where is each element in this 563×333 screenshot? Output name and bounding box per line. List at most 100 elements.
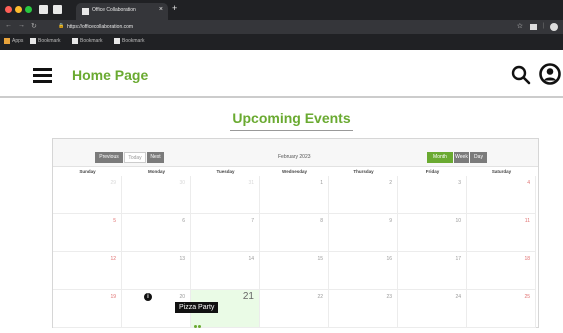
- info-icon[interactable]: i: [144, 293, 152, 301]
- menu-icon[interactable]: [33, 68, 52, 83]
- day-cell[interactable]: 3: [398, 176, 467, 214]
- day-cell[interactable]: 15: [260, 252, 329, 290]
- day-cell[interactable]: 23: [329, 290, 398, 328]
- url-field[interactable]: https://officecollaboration.com: [67, 24, 133, 30]
- day-number: 20: [179, 294, 185, 300]
- day-number: 8: [320, 218, 323, 224]
- day-cell[interactable]: 18: [467, 252, 536, 290]
- event-marker[interactable]: [194, 315, 202, 328]
- reload-icon[interactable]: ↻: [31, 22, 37, 30]
- bookmarks-bar: Apps Bookmark Bookmark Bookmark: [0, 34, 563, 50]
- apps-grid-icon: [4, 38, 10, 44]
- day-cell[interactable]: 5: [53, 214, 122, 252]
- day-number: 4: [527, 180, 530, 186]
- pinned-tab-icon[interactable]: [39, 5, 48, 14]
- today-button[interactable]: Today: [124, 152, 146, 163]
- tab-close-icon[interactable]: ×: [159, 6, 163, 13]
- tab-favicon-icon: [82, 8, 89, 15]
- day-number: 18: [524, 256, 530, 262]
- page-title[interactable]: Home Page: [72, 67, 148, 83]
- day-cell[interactable]: 7: [191, 214, 260, 252]
- tab-title: Office Collaboration: [92, 7, 136, 13]
- event-tooltip: Pizza Party: [175, 302, 219, 313]
- tab-bar: Office Collaboration × +: [0, 0, 563, 20]
- weekday-label: Sunday: [79, 169, 96, 174]
- extension-icon[interactable]: [530, 24, 537, 30]
- day-number: 1: [320, 180, 323, 186]
- bookmark-icon: [114, 38, 120, 44]
- calendar: Previous Today Next February 2023 Month …: [52, 138, 539, 328]
- day-cell[interactable]: 8: [260, 214, 329, 252]
- day-number: 23: [386, 294, 392, 300]
- search-icon[interactable]: [511, 65, 531, 85]
- day-cell[interactable]: 16: [329, 252, 398, 290]
- day-cell[interactable]: 19: [53, 290, 122, 328]
- month-view-button[interactable]: Month: [427, 152, 453, 163]
- browser-chrome: Office Collaboration × + ← → ↻ 🔒 https:/…: [0, 0, 563, 50]
- bookmark-item[interactable]: Bookmark: [114, 38, 145, 44]
- day-number: 5: [113, 218, 116, 224]
- day-number: 14: [248, 256, 254, 262]
- day-cell[interactable]: 6: [122, 214, 191, 252]
- maximize-window-button[interactable]: [25, 6, 32, 13]
- pinned-tab-icon[interactable]: [53, 5, 62, 14]
- day-number: 11: [524, 218, 530, 224]
- bookmark-item[interactable]: Bookmark: [30, 38, 61, 44]
- active-tab[interactable]: Office Collaboration ×: [76, 3, 168, 20]
- day-cell[interactable]: 29: [53, 176, 122, 214]
- day-cell[interactable]: 2: [329, 176, 398, 214]
- day-number: 24: [455, 294, 461, 300]
- forward-icon[interactable]: →: [18, 22, 25, 29]
- next-button[interactable]: Next: [147, 152, 164, 163]
- lock-icon: 🔒: [58, 23, 65, 29]
- new-tab-button[interactable]: +: [172, 3, 177, 13]
- day-cell[interactable]: 12: [53, 252, 122, 290]
- profile-icon[interactable]: [550, 23, 558, 31]
- back-icon[interactable]: ←: [5, 22, 12, 29]
- day-number: 2: [389, 180, 392, 186]
- day-number: 22: [317, 294, 323, 300]
- weekday-label: Friday: [425, 169, 440, 174]
- day-cell[interactable]: 22: [260, 290, 329, 328]
- day-number: 13: [179, 256, 185, 262]
- site-header: Home Page: [0, 50, 563, 98]
- bookmark-apps[interactable]: Apps: [4, 38, 23, 44]
- day-cell[interactable]: 11: [467, 214, 536, 252]
- close-window-button[interactable]: [5, 6, 12, 13]
- minimize-window-button[interactable]: [15, 6, 22, 13]
- day-number: 29: [110, 180, 116, 186]
- month-label: February 2023: [278, 154, 311, 160]
- day-cell[interactable]: 31: [191, 176, 260, 214]
- day-number: 7: [251, 218, 254, 224]
- day-cell[interactable]: 9: [329, 214, 398, 252]
- weekday-label: Saturday: [491, 169, 512, 174]
- day-number: 12: [110, 256, 116, 262]
- day-number: 3: [458, 180, 461, 186]
- weekday-label: Monday: [147, 169, 165, 174]
- previous-button[interactable]: Previous: [95, 152, 123, 163]
- day-view-button[interactable]: Day: [470, 152, 487, 163]
- bookmark-item[interactable]: Bookmark: [72, 38, 103, 44]
- section-title: Upcoming Events: [230, 110, 353, 131]
- day-number: 30: [179, 180, 185, 186]
- day-cell[interactable]: 14: [191, 252, 260, 290]
- day-cell[interactable]: 24: [398, 290, 467, 328]
- address-bar: ← → ↻ 🔒 https://officecollaboration.com …: [0, 20, 563, 34]
- day-number: 15: [317, 256, 323, 262]
- day-cell[interactable]: 10: [398, 214, 467, 252]
- day-number: 16: [386, 256, 392, 262]
- day-cell[interactable]: 13: [122, 252, 191, 290]
- day-cell[interactable]: 30: [122, 176, 191, 214]
- bookmark-icon: [72, 38, 78, 44]
- toolbar-separator: |: [542, 23, 544, 29]
- bookmark-star-icon[interactable]: ☆: [517, 22, 523, 30]
- weekday-label: Tuesday: [216, 169, 235, 174]
- day-cell[interactable]: 1: [260, 176, 329, 214]
- user-account-icon[interactable]: [539, 63, 561, 85]
- day-cell[interactable]: 17: [398, 252, 467, 290]
- day-cell[interactable]: 25: [467, 290, 536, 328]
- week-view-button[interactable]: Week: [454, 152, 469, 163]
- day-number: 25: [524, 294, 530, 300]
- day-cell[interactable]: 4: [467, 176, 536, 214]
- day-number: 21: [242, 291, 254, 302]
